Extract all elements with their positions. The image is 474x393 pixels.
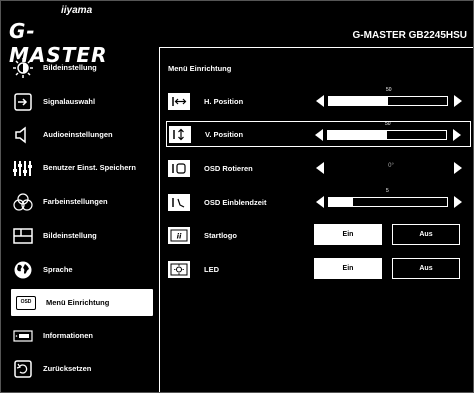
slider-track[interactable] (328, 96, 448, 106)
sidebar-item-menu-einrichtung[interactable]: OSD Menü Einrichtung (11, 289, 153, 316)
sidebar-item-label: Audioeinstellungen (43, 130, 113, 139)
h-position-icon (168, 92, 190, 110)
layout-icon (11, 226, 35, 246)
panel-title: Menü Einrichtung (168, 64, 232, 73)
osd-rotate-selector[interactable]: 0° (316, 155, 466, 181)
row-startlogo[interactable]: ii Startlogo Ein Aus (166, 222, 471, 248)
sidebar-item-zuruecksetzen[interactable]: Zurücksetzen (9, 355, 155, 382)
rgb-icon (11, 192, 35, 212)
led-on-button[interactable]: Ein (314, 258, 382, 279)
row-label: V. Position (205, 129, 244, 139)
sidebar-item-label: Informationen (43, 331, 93, 340)
osd-timeout-slider[interactable]: 5 (316, 188, 466, 215)
osd-rotate-icon (168, 159, 190, 177)
decrease-arrow-icon[interactable] (316, 196, 324, 208)
next-arrow-icon[interactable] (454, 162, 462, 174)
sidebar-item-audioeinstellungen[interactable]: Audioeinstellungen (9, 121, 155, 148)
slider-fill (329, 97, 388, 105)
row-label: LED (204, 264, 219, 274)
osd-icon-text: OSD (16, 295, 36, 310)
input-icon (11, 92, 35, 112)
model-name: G-MASTER GB2245HSU (352, 30, 467, 41)
led-toggle: Ein Aus (314, 258, 466, 280)
settings-panel: Menü Einrichtung H. Position 50 V. Posit… (159, 47, 473, 392)
sidebar-item-label: Menü Einrichtung (46, 298, 110, 307)
sidebar-item-signalauswahl[interactable]: Signalauswahl (9, 88, 155, 115)
osd-menu: iiyama G-MASTER G-MASTER GB2245HSU Bilde… (0, 0, 474, 393)
row-led[interactable]: LED Ein Aus (166, 256, 471, 282)
brand-logo: iiyama G-MASTER (9, 5, 119, 67)
option-value: 0° (388, 163, 394, 169)
sidebar-item-label: Bildeinstellung (43, 231, 97, 240)
sidebar-item-label: Farbeinstellungen (43, 197, 108, 206)
slider-track[interactable] (328, 197, 448, 207)
row-label: OSD Rotieren (204, 163, 253, 173)
row-label: H. Position (204, 96, 244, 106)
decrease-arrow-icon[interactable] (315, 129, 323, 141)
row-label: Startlogo (204, 230, 237, 240)
svg-text:ii: ii (177, 232, 182, 240)
sidebar-item-label: Bildeinstellung (43, 63, 97, 72)
v-position-slider[interactable]: 50 (315, 121, 465, 148)
increase-arrow-icon[interactable] (454, 196, 462, 208)
startlogo-icon: ii (168, 226, 190, 244)
row-osd-rotieren[interactable]: OSD Rotieren 0° (166, 155, 471, 181)
sidebar-item-bildeinstellung[interactable]: Bildeinstellung (9, 54, 155, 81)
slider-value: 50 (386, 87, 392, 93)
row-osd-einblendzeit[interactable]: OSD Einblendzeit 5 (166, 188, 471, 215)
startlogo-on-button[interactable]: Ein (314, 224, 382, 245)
sidebar-item-label: Benutzer Einst. Speichern (43, 163, 136, 172)
led-off-button[interactable]: Aus (392, 258, 460, 279)
globe-icon (11, 260, 35, 280)
iiyama-logo-text: iiyama (61, 5, 93, 16)
row-v-position[interactable]: V. Position 50 (166, 121, 471, 147)
row-label: OSD Einblendzeit (204, 197, 267, 207)
osd-icon: OSD (14, 293, 38, 313)
sidebar-item-bildeinstellung-2[interactable]: Bildeinstellung (9, 222, 155, 249)
reset-icon (11, 359, 35, 379)
sidebar-item-label: Signalauswahl (43, 97, 96, 106)
sidebar-item-farbeinstellungen[interactable]: Farbeinstellungen (9, 188, 155, 215)
brightness-icon (11, 57, 35, 78)
increase-arrow-icon[interactable] (453, 129, 461, 141)
increase-arrow-icon[interactable] (454, 95, 462, 107)
speaker-icon (11, 125, 35, 145)
decrease-arrow-icon[interactable] (316, 95, 324, 107)
h-position-slider[interactable]: 50 (316, 87, 466, 114)
startlogo-off-button[interactable]: Aus (392, 224, 460, 245)
slider-value: 50 (385, 121, 391, 127)
slider-value: 5 (386, 188, 389, 194)
slider-fill (329, 198, 353, 206)
sidebar-item-benutzer-einst-speichern[interactable]: Benutzer Einst. Speichern (9, 154, 155, 181)
sidebar-item-label: Zurücksetzen (43, 364, 92, 373)
info-icon (11, 326, 35, 346)
sidebar-item-label: Sprache (43, 265, 73, 274)
row-h-position[interactable]: H. Position 50 (166, 87, 471, 114)
equalizer-icon (11, 158, 35, 178)
led-icon (168, 260, 190, 278)
sidebar-item-informationen[interactable]: Informationen (9, 322, 155, 349)
slider-track[interactable] (327, 130, 447, 140)
startlogo-toggle: Ein Aus (314, 224, 466, 246)
sidebar-item-sprache[interactable]: Sprache (9, 256, 155, 283)
slider-fill (328, 131, 387, 139)
osd-timeout-icon (168, 193, 190, 211)
v-position-icon (169, 125, 191, 143)
